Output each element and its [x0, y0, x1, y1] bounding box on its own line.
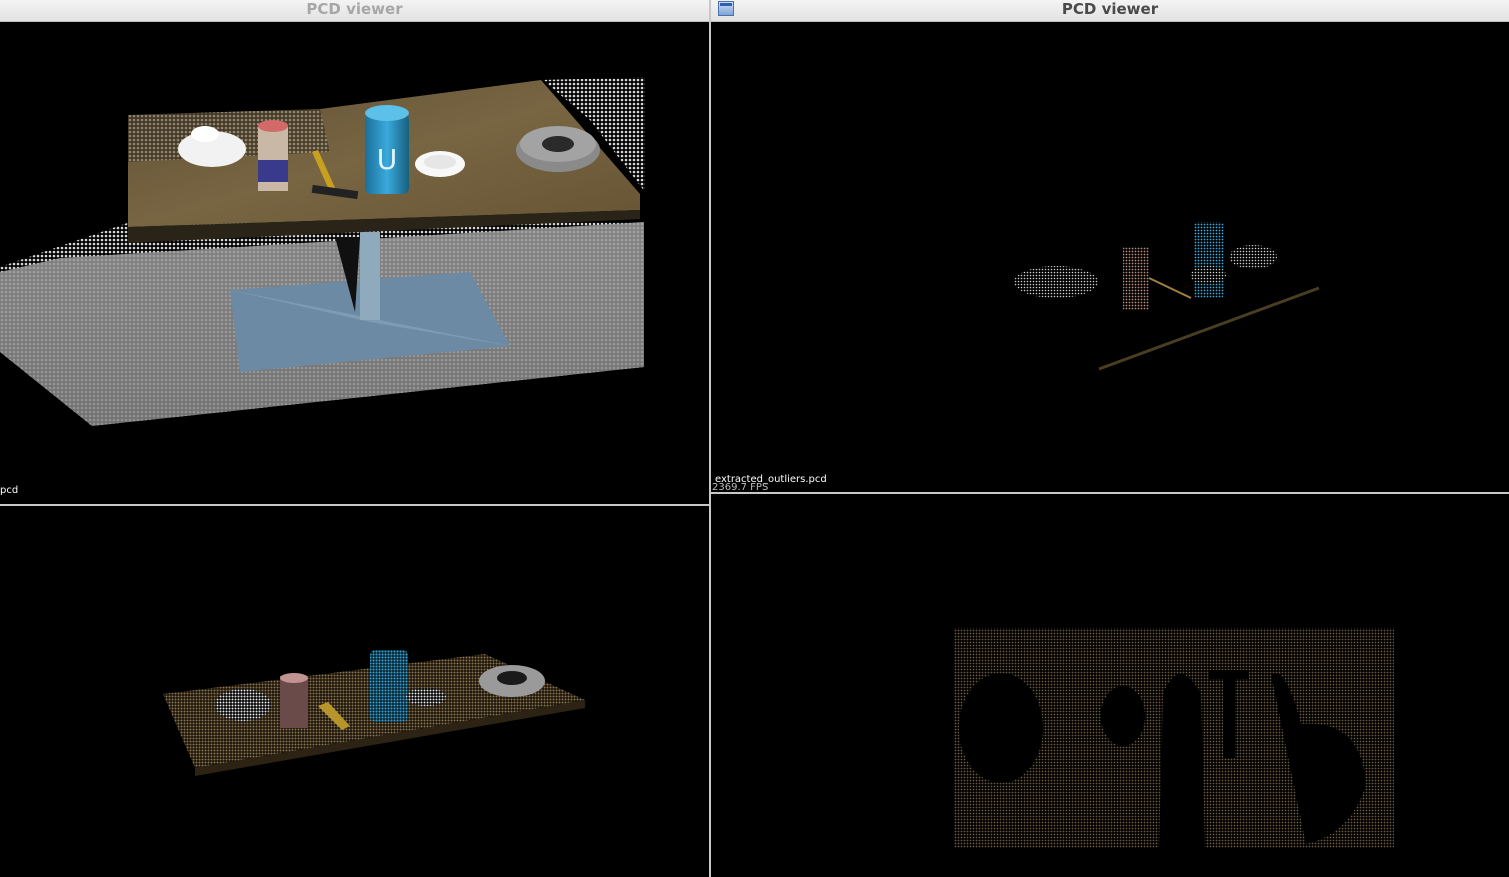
scene-render [954, 628, 1394, 848]
window-title: PCD viewer [1061, 0, 1159, 18]
window-titlebar[interactable]: PCD viewer [0, 0, 709, 22]
point-cloud-viewport[interactable]: extracted_outliers.pcd 2369.7 FPS [711, 22, 1509, 493]
point-cloud-viewport[interactable]: U pcd [0, 22, 709, 505]
scene-render [1014, 222, 1320, 371]
window-title: PCD viewer [306, 0, 403, 18]
pcd-viewer-window-bottom-right[interactable] [711, 494, 1509, 877]
window-titlebar[interactable]: PCD viewer [711, 0, 1509, 22]
pcd-viewer-window-top-right[interactable]: PCD viewer extracted_outliers.pcd 2369.7… [711, 0, 1509, 493]
scene-render: U [0, 77, 645, 426]
svg-text:U: U [377, 143, 398, 176]
viewer-filename-label: pcd [0, 485, 19, 496]
pcd-viewer-window-top-left[interactable]: PCD viewer U pcd [0, 0, 709, 505]
scene-render [163, 650, 585, 776]
window-icon[interactable] [718, 1, 734, 16]
pcd-viewer-window-bottom-left[interactable] [0, 506, 709, 877]
